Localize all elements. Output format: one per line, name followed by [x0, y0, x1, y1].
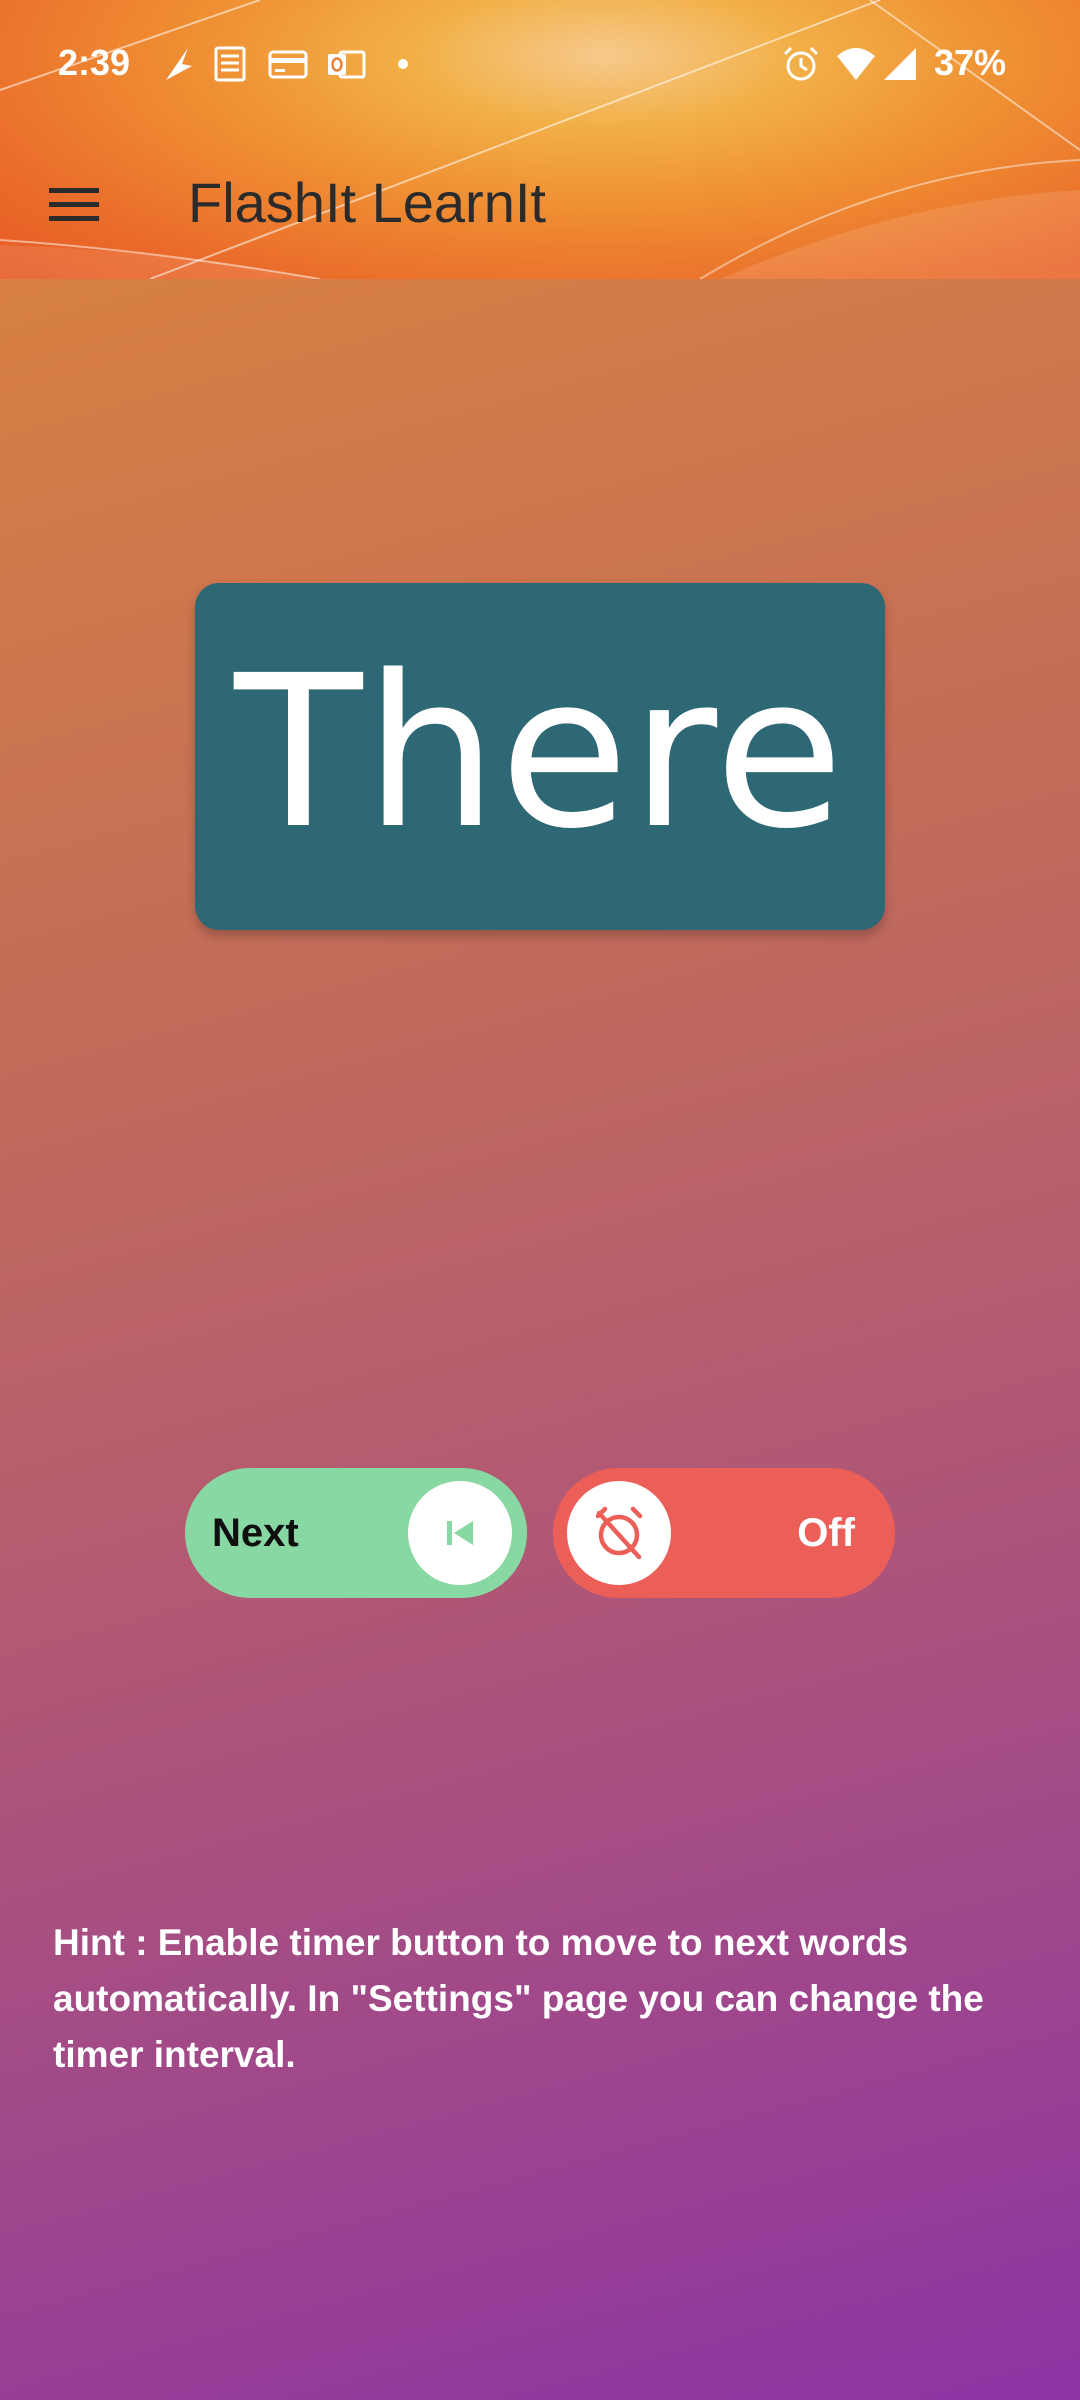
next-button[interactable]: Next [185, 1468, 527, 1598]
menu-button[interactable] [30, 160, 118, 248]
status-bar: 2:39 37% [0, 0, 1080, 130]
dot-icon [398, 59, 408, 69]
timer-off-icon [595, 1506, 643, 1560]
cell-signal-icon [884, 48, 916, 80]
skip-previous-icon [447, 1521, 473, 1545]
battery-percentage: 37% [933, 42, 1006, 83]
timer-toggle-knob [567, 1481, 671, 1585]
app-header: 2:39 37% FlashIt LearnIt [0, 0, 1080, 279]
next-button-knob [408, 1481, 512, 1585]
app-bar: FlashIt LearnIt [0, 140, 1080, 270]
app-title: FlashIt LearnIt [188, 171, 546, 234]
navigation-arrow-icon [166, 48, 192, 80]
flash-card[interactable]: There [195, 583, 885, 930]
hint-text: Hint : Enable timer button to move to ne… [53, 1922, 984, 2075]
wifi-icon [837, 48, 875, 80]
hamburger-menu-icon [49, 188, 99, 221]
timer-toggle-label: Off [797, 1511, 855, 1555]
flash-card-word: There [234, 629, 846, 875]
alarm-icon [783, 46, 819, 81]
timer-toggle[interactable]: Off [553, 1468, 895, 1598]
outlook-icon [328, 50, 366, 79]
credit-card-icon [268, 50, 308, 79]
next-button-label: Next [212, 1511, 299, 1555]
status-time: 2:39 [58, 42, 131, 83]
document-icon [214, 46, 246, 82]
